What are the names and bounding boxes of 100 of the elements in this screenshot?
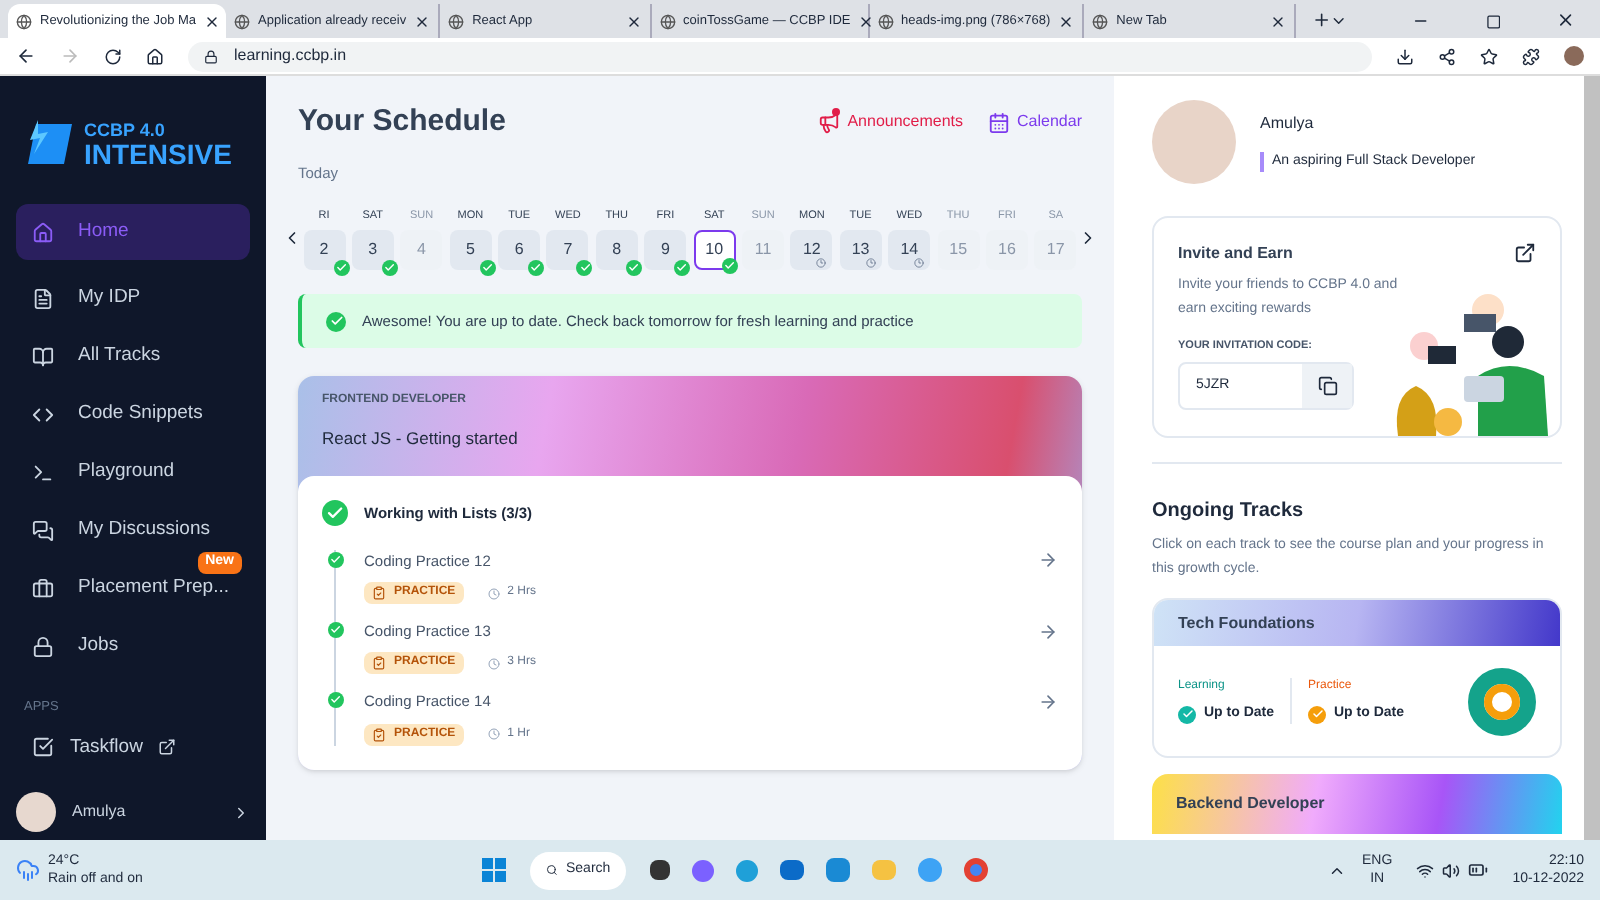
date-cell[interactable]: 12	[790, 230, 833, 270]
date-cell[interactable]: 10	[693, 230, 736, 270]
profile-name: Amulya	[1260, 111, 1316, 136]
volume-icon[interactable]	[1442, 861, 1461, 879]
announcements-link[interactable]: Announcements	[817, 110, 964, 135]
logo-text: CCBP 4.0	[84, 121, 167, 139]
address-bar[interactable]: learning.ccbp.in	[188, 41, 1372, 71]
check-icon	[1308, 705, 1326, 723]
clock-icon	[816, 258, 827, 268]
nav-item[interactable]: Code Snippets	[16, 394, 250, 434]
date-cell[interactable]: 2	[303, 230, 345, 270]
wifi-icon[interactable]	[1416, 861, 1435, 879]
close-icon[interactable]	[858, 13, 875, 29]
check-icon	[625, 260, 642, 276]
new-tab-icon[interactable]	[1311, 10, 1331, 30]
checkbox-icon	[32, 736, 54, 759]
profile-avatar[interactable]	[1564, 46, 1584, 66]
date-cell[interactable]: 13	[839, 230, 882, 270]
clock-icon	[487, 728, 500, 740]
chrome-icon[interactable]	[964, 858, 989, 882]
windows-icon[interactable]	[482, 858, 507, 882]
install-icon[interactable]	[1396, 47, 1414, 65]
nav-item[interactable]: All Tracks	[16, 336, 250, 376]
document-icon	[32, 287, 54, 309]
check-icon	[479, 260, 496, 276]
check-icon	[721, 258, 738, 274]
bookmark-icon[interactable]	[1480, 47, 1498, 65]
calendar-icon	[987, 111, 1010, 134]
avatar	[16, 792, 56, 832]
book-icon	[32, 345, 54, 367]
clock-icon	[914, 258, 925, 268]
date-cell[interactable]: 8	[595, 230, 638, 270]
tab-search-icon[interactable]	[1330, 12, 1348, 30]
arrow-icon[interactable]	[1038, 621, 1058, 642]
date-cell[interactable]: 7	[546, 230, 589, 270]
nav-item[interactable]: Playground	[16, 452, 250, 492]
track-card[interactable]: Backend Developer	[1152, 774, 1562, 834]
track-title: Tech Foundations	[1178, 611, 1315, 635]
code-icon	[32, 403, 54, 425]
arrow-icon[interactable]	[1038, 550, 1058, 571]
copy-button[interactable]	[1302, 364, 1352, 409]
clock-icon	[487, 587, 500, 599]
site-icon	[877, 13, 894, 29]
close-icon[interactable]	[204, 13, 221, 29]
arrow-icon[interactable]	[1038, 691, 1058, 712]
maximize-icon[interactable]	[1485, 14, 1501, 30]
site-icon	[1092, 13, 1109, 29]
user-menu[interactable]: Amulya	[0, 792, 266, 840]
task-view-icon[interactable]	[650, 860, 671, 880]
check-icon	[528, 260, 545, 276]
check-icon	[333, 260, 349, 276]
clipboard-icon	[372, 727, 386, 741]
nav-item[interactable]: Placement Prep...	[16, 568, 250, 608]
close-icon[interactable]	[1269, 13, 1286, 29]
url-text: learning.ccbp.in	[234, 44, 347, 68]
battery-icon[interactable]	[1468, 860, 1489, 880]
logo-text: INTENSIVE	[84, 139, 232, 167]
clock-icon	[865, 258, 876, 268]
date-cell[interactable]: 14	[888, 230, 931, 270]
check-icon	[326, 311, 346, 331]
megaphone-icon	[817, 111, 840, 134]
mail-app-icon[interactable]	[780, 860, 805, 880]
date-cell[interactable]: 9	[644, 230, 687, 270]
share-icon[interactable]	[1514, 242, 1536, 264]
reload-icon[interactable]	[104, 47, 122, 65]
back-icon[interactable]	[16, 46, 36, 66]
home-icon	[32, 221, 54, 243]
weather-icon[interactable]	[16, 858, 40, 882]
close-icon[interactable]	[414, 13, 431, 29]
terminal-icon	[32, 461, 54, 483]
close-icon[interactable]	[625, 13, 642, 29]
app-tile-icon[interactable]	[826, 858, 851, 882]
home-icon[interactable]	[146, 47, 164, 65]
chat-app-icon[interactable]	[692, 859, 715, 881]
external-link-icon	[158, 738, 177, 757]
chat-icon	[32, 519, 54, 541]
app-link[interactable]: Taskflow	[0, 733, 266, 762]
page-title: Your Schedule	[298, 102, 506, 142]
clipboard-icon	[372, 656, 386, 671]
lock-icon	[204, 49, 218, 63]
section-title: Ongoing Tracks	[1152, 498, 1306, 526]
check-icon	[674, 260, 691, 276]
card-title: Invite and Earn	[1178, 242, 1293, 266]
nav-item[interactable]: My Discussions	[16, 510, 250, 550]
scrollbar[interactable]	[1584, 76, 1600, 840]
date-cell[interactable]: 3	[351, 230, 394, 270]
nav-item[interactable]: Jobs	[16, 626, 250, 666]
date-cell[interactable]: 6	[498, 230, 541, 270]
course-title: React JS - Getting started	[322, 426, 520, 452]
site-icon	[659, 13, 676, 29]
progress-ring-drawing	[1468, 667, 1536, 735]
search-icon	[546, 862, 558, 878]
date-cell[interactable]: 5	[449, 230, 492, 270]
nav-item[interactable]: My IDP	[16, 278, 250, 318]
close-icon[interactable]	[1556, 10, 1577, 30]
clipboard-icon	[372, 586, 386, 600]
extensions-icon[interactable]	[1522, 47, 1540, 65]
calendar-link[interactable]: Calendar	[987, 110, 1082, 135]
share-icon[interactable]	[1438, 47, 1456, 65]
close-icon[interactable]	[1058, 13, 1075, 29]
